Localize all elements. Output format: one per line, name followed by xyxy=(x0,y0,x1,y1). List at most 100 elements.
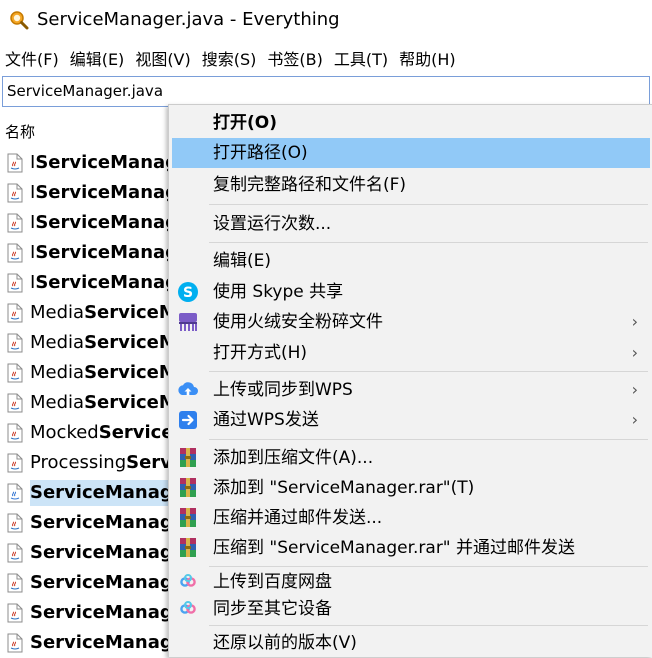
menu-item-sync-devices[interactable]: 同步至其它设备 xyxy=(172,594,650,624)
file-name: MediaServiceM xyxy=(30,360,168,386)
file-name: ServiceManage xyxy=(30,480,168,506)
menu-item-wps-upload[interactable]: 上传或同步到WPS › xyxy=(172,375,650,405)
file-row[interactable]: IServiceManage xyxy=(0,268,170,298)
menu-item-label: 打开路径(O) xyxy=(213,143,308,163)
chevron-right-icon: › xyxy=(631,410,638,429)
file-name: IServiceManage xyxy=(30,240,168,266)
file-name-match: ServiceM xyxy=(84,362,168,383)
menu-view[interactable]: 视图(V) xyxy=(130,44,196,70)
menu-bookmarks[interactable]: 书签(B) xyxy=(262,44,328,70)
menu-item-add-to-rar[interactable]: 添加到 "ServiceManager.rar"(T) xyxy=(172,473,650,503)
window-title: ServiceManager.java - Everything xyxy=(37,9,340,30)
menu-edit[interactable]: 编辑(E) xyxy=(65,44,131,70)
wps-send-icon xyxy=(179,411,197,429)
menu-item-edit[interactable]: 编辑(E) xyxy=(172,246,650,276)
file-name: MediaServiceM xyxy=(30,390,168,416)
file-name-match: ServiceM xyxy=(84,332,168,353)
menu-item-label: 压缩并通过邮件发送... xyxy=(213,508,383,528)
file-row[interactable]: MediaServiceM xyxy=(0,298,170,328)
menu-help[interactable]: 帮助(H) xyxy=(394,44,462,70)
menu-separator xyxy=(209,625,648,626)
file-name: IServiceManage xyxy=(30,210,168,236)
file-name: ProcessingServi xyxy=(30,450,168,476)
file-name-match: ServiceManage xyxy=(35,242,168,263)
menu-item-label: 打开(O) xyxy=(213,113,277,133)
file-name-match: ServiceManage xyxy=(35,152,168,173)
menu-item-restore-versions[interactable]: 还原以前的版本(V) xyxy=(172,628,650,658)
winrar-icon xyxy=(180,478,196,497)
chevron-right-icon: › xyxy=(631,343,638,362)
file-row[interactable]: ServiceManage xyxy=(0,628,170,658)
menu-item-compress-rar-email[interactable]: 压缩到 "ServiceManager.rar" 并通过邮件发送 xyxy=(172,533,650,563)
menu-item-set-run-count[interactable]: 设置运行次数... xyxy=(172,209,650,239)
file-row[interactable]: ProcessingServi xyxy=(0,448,170,478)
menu-item-shred[interactable]: 使用火绒安全粉碎文件 › xyxy=(172,307,650,337)
search-input[interactable] xyxy=(3,77,611,104)
file-name: IServiceManage xyxy=(30,270,168,296)
file-row[interactable]: MockedServiceI xyxy=(0,418,170,448)
file-row[interactable]: IServiceManage xyxy=(0,208,170,238)
menu-file[interactable]: 文件(F) xyxy=(0,44,65,70)
menu-item-open-with[interactable]: 打开方式(H) › xyxy=(172,338,650,368)
file-row[interactable]: ServiceManage xyxy=(0,568,170,598)
menu-search[interactable]: 搜索(S) xyxy=(197,44,263,70)
file-row[interactable]: MediaServiceM xyxy=(0,358,170,388)
baidu-netdisk-icon xyxy=(180,601,196,614)
menu-item-label: 同步至其它设备 xyxy=(213,599,332,619)
search-box xyxy=(2,76,650,107)
file-row[interactable]: ServiceManage xyxy=(0,538,170,568)
file-row[interactable]: MediaServiceM xyxy=(0,388,170,418)
file-row[interactable]: ServiceManage xyxy=(0,598,170,628)
menu-item-label: 添加到 "ServiceManager.rar"(T) xyxy=(213,478,475,498)
file-row[interactable]: ServiceManage xyxy=(0,478,170,508)
file-name: MediaServiceM xyxy=(30,330,168,356)
file-name: ServiceManage xyxy=(30,510,168,536)
menu-item-open-path[interactable]: 打开路径(O) xyxy=(172,138,650,168)
java-file-icon xyxy=(7,483,23,503)
menu-item-label: 编辑(E) xyxy=(213,251,272,271)
file-row[interactable]: IServiceManage xyxy=(0,238,170,268)
winrar-icon xyxy=(180,508,196,527)
file-name-match: Servi xyxy=(126,452,168,473)
menu-item-label: 使用火绒安全粉碎文件 xyxy=(213,312,383,332)
file-row[interactable]: IServiceManage xyxy=(0,178,170,208)
java-file-icon xyxy=(7,273,23,293)
menu-separator xyxy=(209,371,648,372)
java-file-icon xyxy=(7,153,23,173)
title-bar: ServiceManager.java - Everything xyxy=(0,0,652,40)
wps-upload-icon xyxy=(178,382,198,396)
file-row[interactable]: IServiceManage xyxy=(0,148,170,178)
menu-item-wps-send[interactable]: 通过WPS发送 › xyxy=(172,405,650,435)
menu-item-label: 还原以前的版本(V) xyxy=(213,633,357,653)
file-name: ServiceManage xyxy=(30,540,168,566)
java-file-icon xyxy=(7,183,23,203)
java-file-icon xyxy=(7,393,23,413)
file-name: MediaServiceM xyxy=(30,300,168,326)
column-header-name[interactable]: 名称 xyxy=(5,121,35,142)
menu-item-compress-email[interactable]: 压缩并通过邮件发送... xyxy=(172,503,650,533)
file-name-match: ServiceM xyxy=(84,302,168,323)
file-name-prefix: Media xyxy=(30,362,85,383)
java-file-icon xyxy=(7,543,23,563)
menu-item-add-to-archive[interactable]: 添加到压缩文件(A)... xyxy=(172,443,650,473)
java-file-icon xyxy=(7,363,23,383)
chevron-right-icon: › xyxy=(631,312,638,331)
menu-tools[interactable]: 工具(T) xyxy=(329,44,394,70)
menu-item-label: 上传到百度网盘 xyxy=(213,572,332,592)
file-name-match: ServiceManage xyxy=(30,512,168,533)
menu-item-copy-full-path[interactable]: 复制完整路径和文件名(F) xyxy=(172,170,650,200)
file-row[interactable]: MediaServiceM xyxy=(0,328,170,358)
menu-item-baidu-upload[interactable]: 上传到百度网盘 xyxy=(172,567,650,597)
file-name-prefix: Media xyxy=(30,302,85,323)
file-row[interactable]: ServiceManage xyxy=(0,508,170,538)
file-name-match: ServiceManage xyxy=(35,212,168,233)
java-file-icon xyxy=(7,213,23,233)
menu-bar: 文件(F) 编辑(E) 视图(V) 搜索(S) 书签(B) 工具(T) 帮助(H… xyxy=(0,44,652,70)
menu-item-label: 添加到压缩文件(A)... xyxy=(213,448,374,468)
java-file-icon xyxy=(7,603,23,623)
chevron-right-icon: › xyxy=(631,380,638,399)
menu-item-open[interactable]: 打开(O) xyxy=(172,108,650,138)
menu-item-label: 复制完整路径和文件名(F) xyxy=(213,175,407,195)
file-name-match: ServiceM xyxy=(84,392,168,413)
menu-item-skype-share[interactable]: S 使用 Skype 共享 xyxy=(172,277,650,307)
